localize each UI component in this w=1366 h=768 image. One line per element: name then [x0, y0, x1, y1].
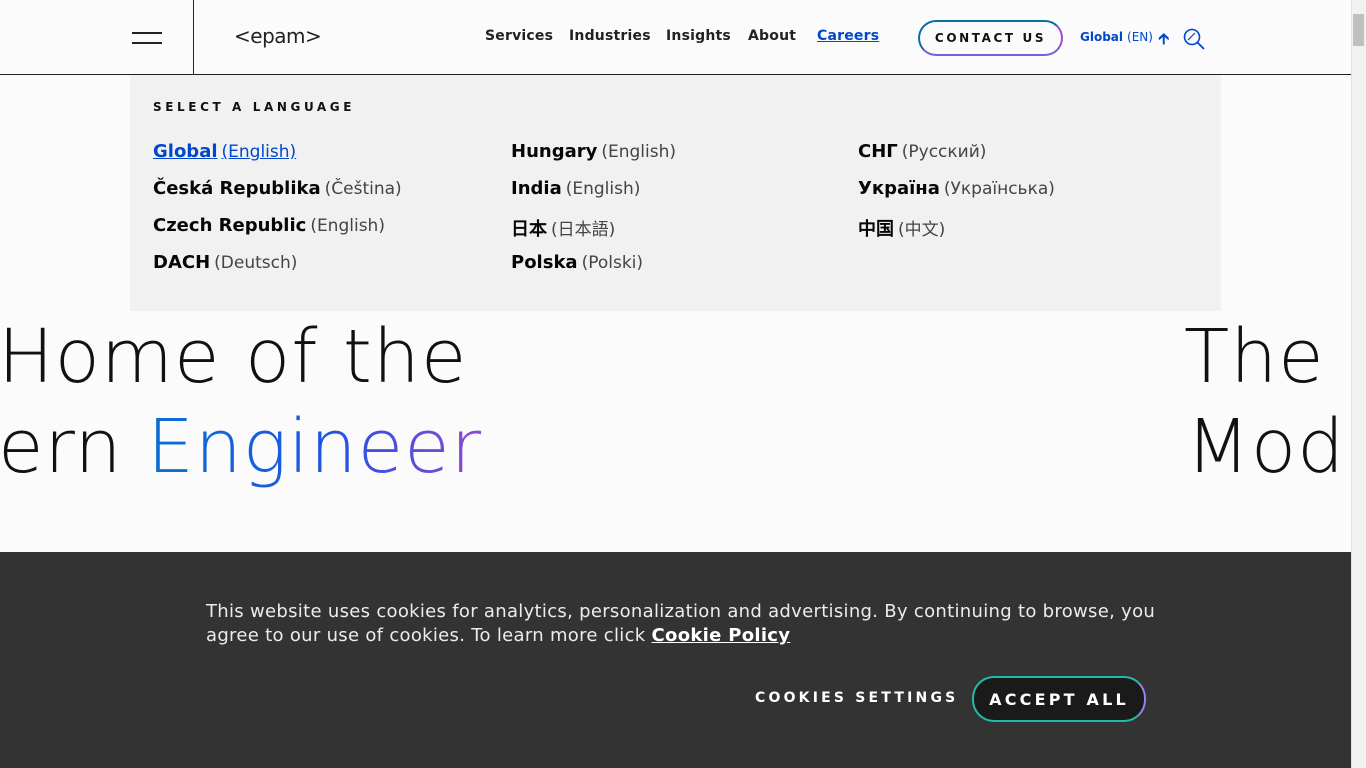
accept-all-button[interactable]: ACCEPT ALL [972, 676, 1146, 722]
lang-country: Czech Republic [153, 215, 307, 236]
lang-country: Hungary [511, 141, 598, 162]
hamburger-line [132, 32, 162, 34]
hero-right-line1: The [1184, 314, 1325, 400]
cookie-policy-link[interactable]: Cookie Policy [652, 625, 791, 646]
lang-country: Polska [511, 252, 578, 273]
lang-country: DACH [153, 252, 211, 273]
lang-language: (Polski) [581, 253, 644, 273]
lang-country: Česká Republika [153, 178, 321, 199]
nav-services[interactable]: Services [485, 28, 553, 44]
lang-ukraine-ukrainian[interactable]: Україна (Українська) [858, 178, 1055, 199]
lang-language: (English) [310, 216, 385, 236]
nav-about[interactable]: About [748, 28, 796, 44]
lang-language: (Русский) [901, 142, 987, 162]
site-header: <epam> Services Industries Insights Abou… [0, 0, 1351, 75]
region-label: Global [1080, 30, 1124, 44]
nav-careers[interactable]: Careers [817, 28, 879, 44]
lang-global-english[interactable]: Global (English) [153, 141, 296, 162]
epam-logo[interactable]: <epam> [234, 24, 322, 48]
lang-country: India [511, 178, 562, 199]
lang-country: 日本 [511, 219, 547, 240]
lang-dach-german[interactable]: DACH (Deutsch) [153, 252, 297, 273]
lang-language: (日本語) [551, 220, 616, 240]
hero-left-line2: ern Engineer [0, 404, 482, 490]
hero-highlight-word: Engineer [147, 404, 483, 490]
lang-country: Україна [858, 178, 940, 199]
lang-language: (English) [221, 142, 297, 162]
lang-poland-polish[interactable]: Polska (Polski) [511, 252, 643, 273]
lang-china-chinese[interactable]: 中国 (中文) [858, 215, 945, 241]
scrollbar-thumb[interactable] [1353, 14, 1364, 46]
contact-us-button[interactable]: CONTACT US [918, 20, 1063, 56]
lang-country: СНГ [858, 141, 898, 162]
cookies-settings-button[interactable]: COOKIES SETTINGS [755, 690, 958, 706]
lang-country: Global [153, 141, 218, 162]
cookie-message: This website uses cookies for analytics,… [206, 600, 1156, 648]
region-code: (EN) [1127, 30, 1153, 44]
lang-country: 中国 [858, 219, 894, 240]
lang-india-english[interactable]: India (English) [511, 178, 640, 199]
region-selector[interactable]: Global (EN) [1080, 30, 1153, 44]
lang-czech-czech[interactable]: Česká Republika (Čeština) [153, 178, 402, 199]
lang-czech-english[interactable]: Czech Republic (English) [153, 215, 385, 236]
lang-hungary-english[interactable]: Hungary (English) [511, 141, 676, 162]
lang-language: (Українська) [943, 179, 1055, 199]
hero-right-line2: Mod [1186, 404, 1346, 490]
lang-language: (Deutsch) [214, 253, 298, 273]
nav-insights[interactable]: Insights [666, 28, 731, 44]
hero-left-line1: Home of the [0, 314, 468, 400]
nav-industries[interactable]: Industries [569, 28, 651, 44]
menu-button[interactable] [0, 0, 194, 74]
arrow-up-icon[interactable]: 🡱 [1158, 28, 1170, 55]
search-icon[interactable] [1182, 28, 1206, 54]
lang-japan-japanese[interactable]: 日本 (日本語) [511, 215, 615, 241]
lang-cis-russian[interactable]: СНГ (Русский) [858, 141, 986, 162]
hamburger-line [132, 42, 162, 44]
lang-language: (Čeština) [324, 179, 402, 199]
scrollbar[interactable] [1351, 0, 1366, 768]
language-menu-title: SELECT A LANGUAGE [153, 100, 356, 114]
lang-language: (English) [601, 142, 676, 162]
language-menu: SELECT A LANGUAGE Global (English) Česká … [130, 75, 1221, 311]
lang-language: (English) [565, 179, 641, 199]
lang-language: (中文) [898, 220, 946, 240]
cookie-banner: This website uses cookies for analytics,… [0, 552, 1351, 768]
hero-left-line2-plain: ern [0, 404, 148, 490]
